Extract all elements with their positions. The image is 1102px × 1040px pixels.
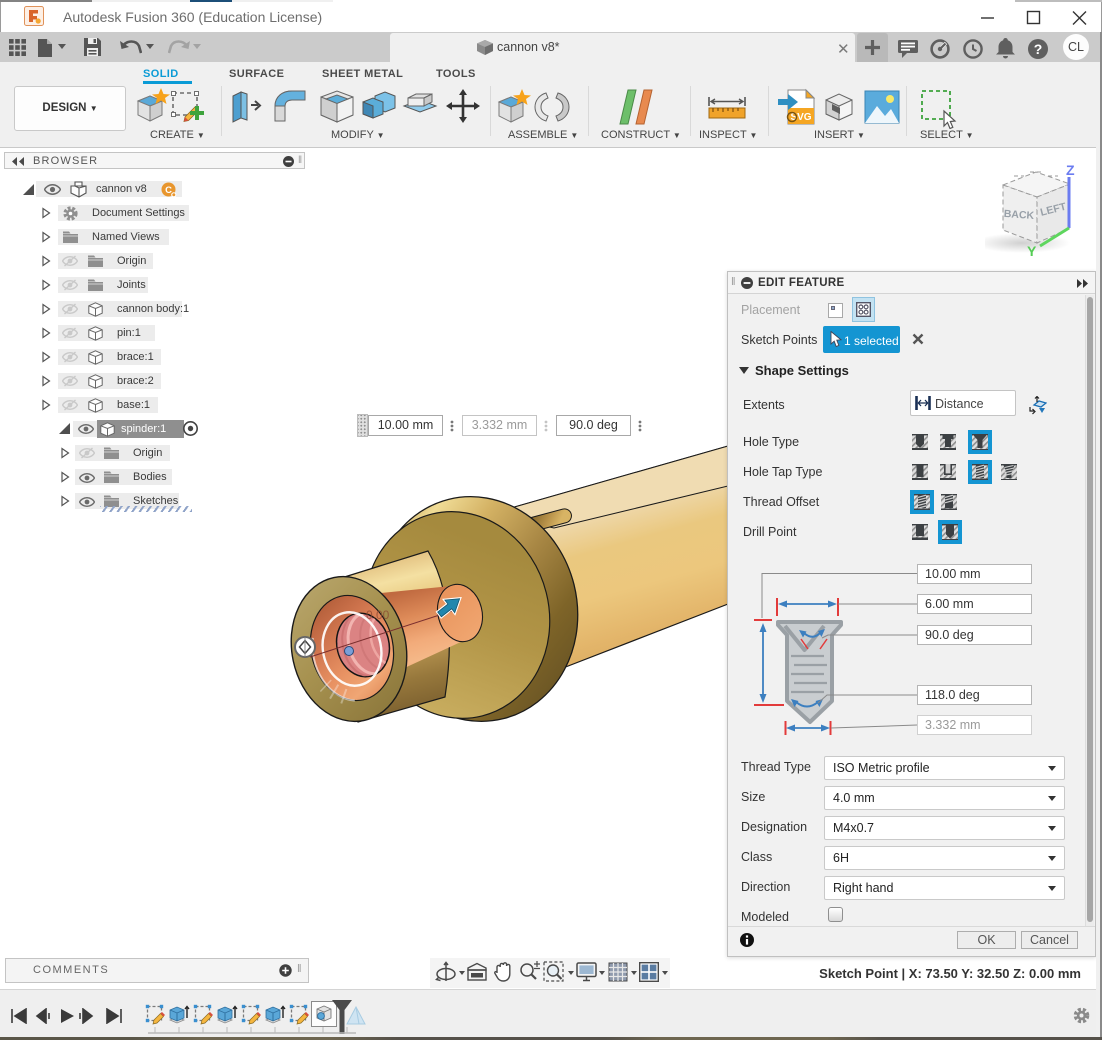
svg-text:Y: Y [1027,243,1037,259]
svg-text:0.00: 0.00 [366,608,390,622]
svg-text:?: ? [1034,41,1043,57]
svg-text:BACK: BACK [1003,208,1035,222]
svg-text:Z: Z [1066,162,1075,178]
svg-text:C: C [165,185,172,196]
